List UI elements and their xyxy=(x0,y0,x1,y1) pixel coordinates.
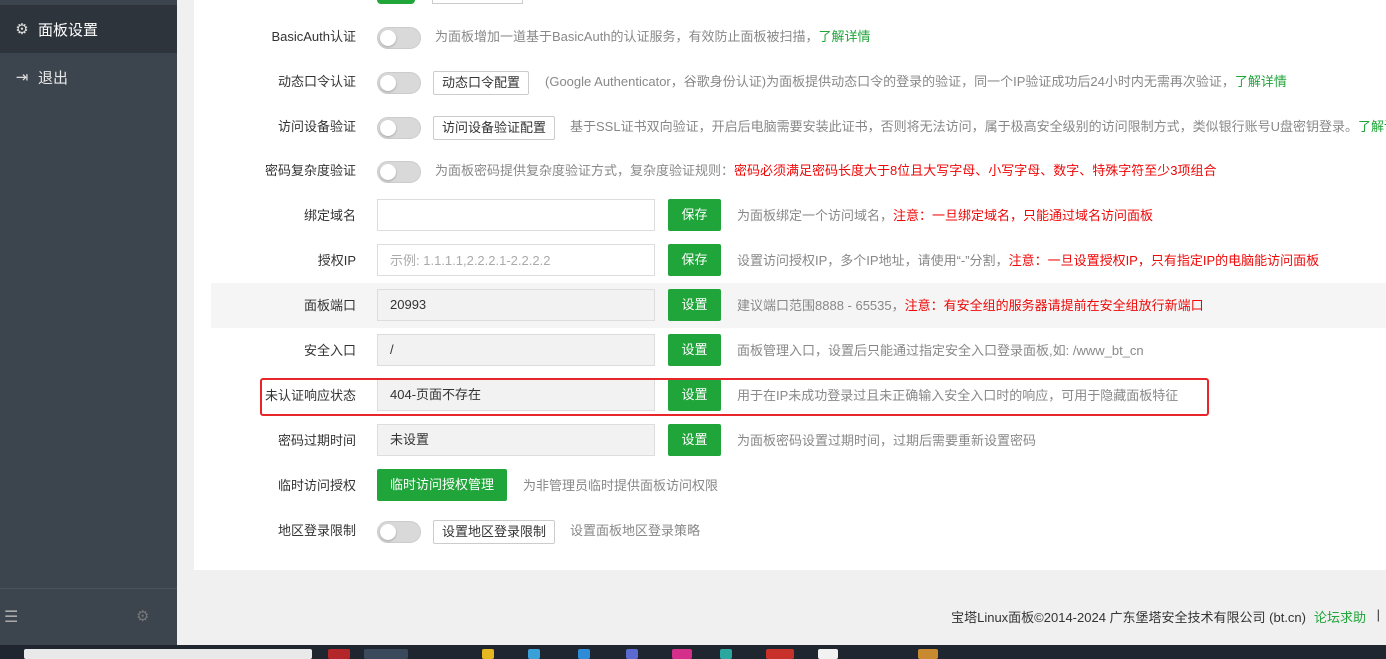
footer-separator: | xyxy=(1376,607,1380,622)
row-dynamic-password: 动态口令认证 动态口令配置 (Google Authenticator，谷歌身份… xyxy=(211,59,1386,104)
row-auth-ip: 授权IP 保存 设置访问授权IP，多个IP地址，请使用“-”分割，注意：一旦设置… xyxy=(211,238,1386,283)
config-button[interactable] xyxy=(432,0,523,4)
auth-ip-input[interactable] xyxy=(377,244,655,276)
label-region-limit: 地区登录限制 xyxy=(277,523,356,538)
label-dynamic-password: 动态口令认证 xyxy=(277,74,356,89)
bind-domain-input[interactable] xyxy=(377,199,655,231)
security-entry-set-button[interactable]: 设置 xyxy=(668,334,721,366)
row-device-verify: 访问设备验证 访问设备验证配置 基于SSL证书双向验证，开启后电脑需要安装此证书… xyxy=(211,104,1386,149)
password-expire-desc: 为面板密码设置过期时间，过期后需要重新设置密码 xyxy=(737,433,1037,448)
panel-port-field: 20993 xyxy=(377,289,655,321)
security-entry-field: / xyxy=(377,334,655,366)
password-complexity-toggle[interactable] xyxy=(377,161,421,183)
panel-port-set-button[interactable]: 设置 xyxy=(668,289,721,321)
password-complexity-desc: 为面板密码提供复杂度验证方式，复杂度验证规则：密码必须满足密码长度大于8位且大写… xyxy=(435,163,1217,178)
bind-domain-save-button[interactable]: 保存 xyxy=(668,199,721,231)
row-password-complexity: 密码复杂度验证 为面板密码提供复杂度验证方式，复杂度验证规则：密码必须满足密码长… xyxy=(211,148,1386,193)
device-verify-desc: 基于SSL证书双向验证，开启后电脑需要安装此证书，否则将无法访问，属于极高安全级… xyxy=(570,104,1386,149)
taskbar-app-icon[interactable] xyxy=(672,649,692,659)
row-region-limit: 地区登录限制 设置地区登录限制 设置面板地区登录策略 xyxy=(211,508,1386,553)
footer-copyright: 宝塔Linux面板©2014-2024 广东堡塔安全技术有限公司 (bt.cn) xyxy=(951,610,1306,625)
device-verify-toggle[interactable] xyxy=(377,117,421,139)
sidebar-item-panel-settings[interactable]: ⚙ 面板设置 xyxy=(0,5,177,53)
region-limit-config-button[interactable]: 设置地区登录限制 xyxy=(433,520,556,544)
label-device-verify: 访问设备验证 xyxy=(277,119,356,134)
temp-auth-manage-button[interactable]: 临时访问授权管理 xyxy=(377,469,507,501)
sidebar-bottom: ☰ ⚙ xyxy=(0,588,177,645)
footer-forum-link[interactable]: 论坛求助 xyxy=(1314,607,1366,626)
row-security-entry: 安全入口 / 设置 面板管理入口，设置后只能通过指定安全入口登录面板,如: /w… xyxy=(211,328,1386,373)
annotation-highlight-box xyxy=(260,378,1209,416)
label-bind-domain: 绑定域名 xyxy=(303,208,356,223)
device-verify-learn-link[interactable]: 了解详 xyxy=(1358,119,1386,134)
taskbar-app-icon[interactable] xyxy=(578,649,590,659)
dynamic-password-config-button[interactable]: 动态口令配置 xyxy=(433,71,530,95)
sidebar: ⚙ 面板设置 ⇥ 退出 ☰ ⚙ xyxy=(0,0,177,645)
label-panel-port: 面板端口 xyxy=(303,298,356,313)
logout-icon: ⇥ xyxy=(15,69,29,86)
taskbar-app-icon[interactable] xyxy=(482,649,494,659)
taskbar-app-icon[interactable] xyxy=(818,649,838,659)
basic-auth-desc: 为面板增加一道基于BasicAuth的认证服务，有效防止面板被扫描，了解详情 xyxy=(435,29,871,44)
panel-port-desc: 建议端口范围8888 - 65535，注意：有安全组的服务器请提前在安全组放行新… xyxy=(737,298,1204,313)
region-limit-toggle[interactable] xyxy=(377,521,421,543)
settings-gear-icon[interactable]: ⚙ xyxy=(136,607,149,625)
taskbar-app-icon[interactable] xyxy=(528,649,540,659)
row-temp-auth: 临时访问授权 临时访问授权管理 为非管理员临时提供面板访问权限 xyxy=(211,463,1386,508)
dynamic-password-toggle[interactable] xyxy=(377,72,421,94)
taskbar-app-icon[interactable] xyxy=(328,649,350,659)
label-security-entry: 安全入口 xyxy=(303,343,356,358)
settings-panel: BasicAuth认证 为面板增加一道基于BasicAuth的认证服务，有效防止… xyxy=(194,0,1386,570)
row-panel-port: 面板端口 20993 设置 建议端口范围8888 - 65535，注意：有安全组… xyxy=(211,283,1386,328)
taskbar-app-icon[interactable] xyxy=(626,649,638,659)
dynamic-password-desc: (Google Authenticator，谷歌身份认证)为面板提供动态口令的登… xyxy=(545,74,1287,89)
row-password-expire: 密码过期时间 未设置 设置 为面板密码设置过期时间，过期后需要重新设置密码 xyxy=(211,418,1386,463)
row-bind-domain: 绑定域名 保存 为面板绑定一个访问域名，注意：一旦绑定域名，只能通过域名访问面板 xyxy=(211,193,1386,238)
taskbar-search-box[interactable] xyxy=(24,649,312,659)
password-expire-field: 未设置 xyxy=(377,424,655,456)
temp-auth-desc: 为非管理员临时提供面板访问权限 xyxy=(523,478,719,493)
sidebar-item-label: 退出 xyxy=(38,69,69,87)
sidebar-item-label: 面板设置 xyxy=(38,21,99,39)
label-password-complexity: 密码复杂度验证 xyxy=(264,163,356,178)
basic-auth-toggle[interactable] xyxy=(377,27,421,49)
basic-auth-learn-link[interactable]: 了解详情 xyxy=(819,29,871,44)
auth-ip-desc: 设置访问授权IP，多个IP地址，请使用“-”分割，注意：一旦设置授权IP，只有指… xyxy=(737,253,1320,268)
footer: 宝塔Linux面板©2014-2024 广东堡塔安全技术有限公司 (bt.cn)… xyxy=(177,588,1386,645)
gear-icon: ⚙ xyxy=(15,21,29,38)
taskbar-app-icon[interactable] xyxy=(364,649,408,659)
taskbar-app-icon[interactable] xyxy=(766,649,794,659)
label-password-expire: 密码过期时间 xyxy=(277,433,356,448)
security-entry-desc: 面板管理入口，设置后只能通过指定安全入口登录面板,如: /www_bt_cn xyxy=(737,343,1144,358)
dynamic-password-learn-link[interactable]: 了解详情 xyxy=(1235,74,1287,89)
row-basic-auth: BasicAuth认证 为面板增加一道基于BasicAuth的认证服务，有效防止… xyxy=(211,14,1386,59)
auth-ip-save-button[interactable]: 保存 xyxy=(668,244,721,276)
taskbar-app-icon[interactable] xyxy=(720,649,732,659)
sidebar-item-logout[interactable]: ⇥ 退出 xyxy=(0,53,177,101)
taskbar-app-icon[interactable] xyxy=(918,649,938,659)
toggle-on[interactable] xyxy=(377,0,415,4)
label-temp-auth: 临时访问授权 xyxy=(277,478,356,493)
os-taskbar xyxy=(0,645,1386,659)
device-verify-config-button[interactable]: 访问设备验证配置 xyxy=(433,116,556,140)
bind-domain-desc: 为面板绑定一个访问域名，注意：一旦绑定域名，只能通过域名访问面板 xyxy=(737,208,1154,223)
label-basic-auth: BasicAuth认证 xyxy=(271,29,356,44)
label-auth-ip: 授权IP xyxy=(317,253,356,268)
collapse-menu-icon[interactable]: ☰ xyxy=(4,607,18,627)
region-limit-desc: 设置面板地区登录策略 xyxy=(570,523,701,538)
password-expire-set-button[interactable]: 设置 xyxy=(668,424,721,456)
